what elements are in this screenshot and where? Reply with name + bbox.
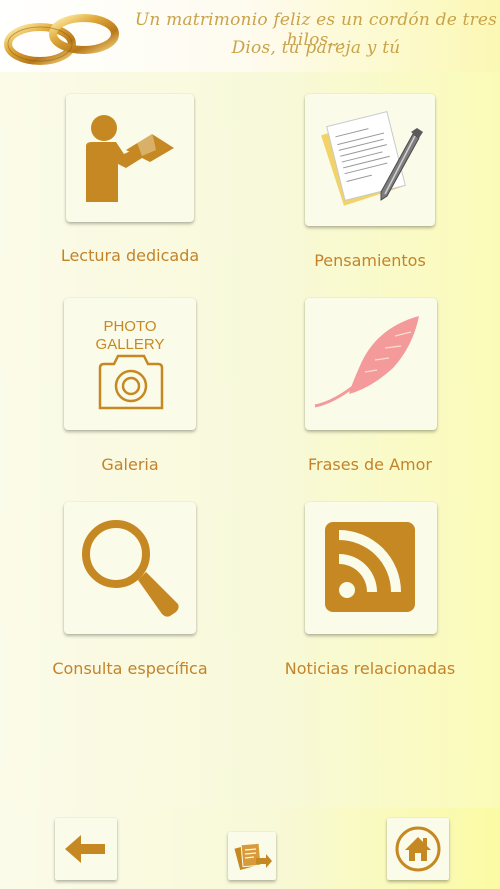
noticias-relacionadas-button[interactable]: [305, 502, 437, 634]
app-header: Un matrimonio feliz es un cordón de tres…: [0, 0, 500, 72]
share-cards-button[interactable]: [228, 832, 276, 880]
header-tagline-line2: Dios, tu pareja y tú: [231, 38, 401, 58]
home-button[interactable]: [387, 818, 449, 880]
cards-share-icon: [234, 842, 272, 870]
frases-de-amor-button[interactable]: [305, 298, 437, 430]
consulta-especifica-label: Consulta específica: [52, 659, 208, 678]
camera-icon: [98, 354, 164, 410]
pensamientos-label: Pensamientos: [314, 251, 426, 270]
home-icon: [395, 826, 441, 872]
consulta-especifica-button[interactable]: [64, 502, 196, 634]
notepad-pen-icon: [321, 111, 423, 206]
lectura-dedicada-label: Lectura dedicada: [60, 246, 200, 265]
feather-icon: [314, 316, 419, 408]
bottom-toolbar: [0, 808, 500, 889]
back-arrow-icon: [65, 835, 105, 863]
lectura-dedicada-button[interactable]: [66, 94, 194, 222]
wedding-rings-logo: [4, 14, 119, 65]
pensamientos-button[interactable]: [305, 94, 435, 226]
noticias-relacionadas-label: Noticias relacionadas: [284, 659, 456, 678]
frases-de-amor-label: Frases de Amor: [307, 455, 432, 474]
galeria-label: Galeria: [101, 455, 159, 474]
magnifier-icon: [82, 520, 179, 617]
rss-icon: [325, 522, 415, 612]
back-button[interactable]: [55, 818, 117, 880]
galeria-button[interactable]: PHOTO GALLERY: [64, 298, 196, 430]
reading-person-icon: [86, 115, 174, 202]
